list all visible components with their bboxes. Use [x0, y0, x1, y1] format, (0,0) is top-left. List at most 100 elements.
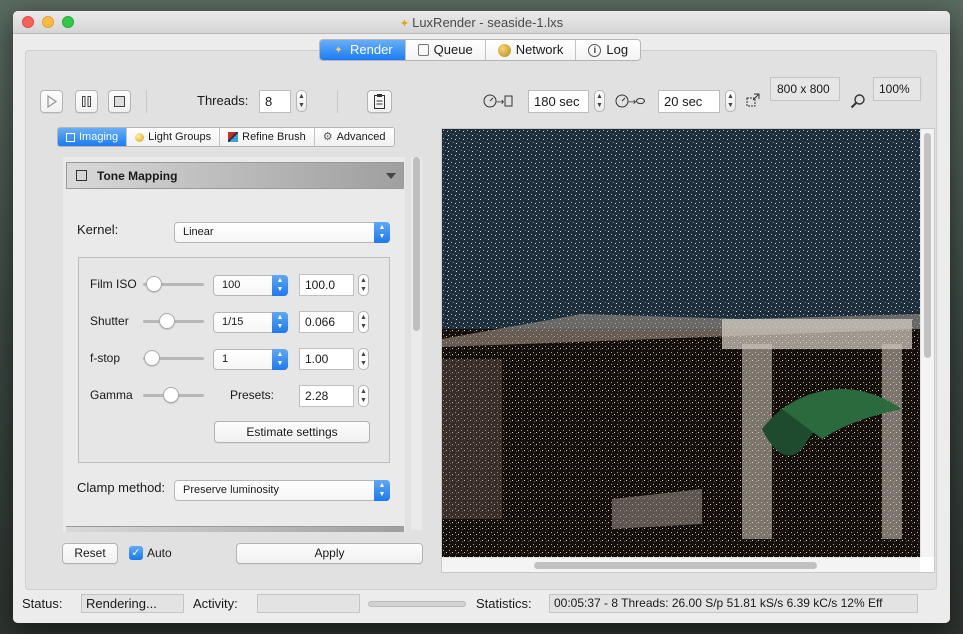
tab-queue[interactable]: Queue	[405, 40, 486, 60]
threads-field[interactable]: 8	[259, 90, 291, 113]
fstop-field[interactable]: 1.00	[299, 348, 354, 370]
pause-render-button[interactable]	[75, 90, 98, 113]
tone-mapping-icon	[76, 170, 87, 181]
select-arrows-icon: ▲ ▼	[272, 312, 288, 333]
main-tab-bar: ✦ Render Queue Network i Log	[319, 39, 642, 61]
next-section-header[interactable]	[66, 526, 404, 532]
light-bulb-icon	[135, 132, 145, 142]
imaging-icon	[66, 132, 75, 142]
brush-icon	[228, 132, 239, 142]
gamma-stepper[interactable]: ▲ ▼	[358, 385, 369, 407]
gear-icon: ⚙	[322, 131, 333, 143]
render-icon: ✦	[334, 44, 343, 56]
collapse-arrow-icon	[386, 173, 396, 179]
tab-network[interactable]: Network	[485, 40, 577, 60]
svg-text:→: →	[628, 97, 636, 108]
film-iso-select[interactable]: 100 ▲ ▼	[213, 275, 288, 296]
activity-label: Activity:	[193, 596, 238, 611]
render-horizontal-scrollbar[interactable]	[442, 557, 920, 572]
pause-icon	[82, 96, 91, 107]
resolution-display: 800 x 800	[770, 77, 840, 101]
shutter-slider-knob[interactable]	[159, 313, 175, 329]
status-value: Rendering...	[81, 594, 184, 613]
fstop-select[interactable]: 1 ▲ ▼	[213, 349, 288, 370]
settings-scrollbar-thumb[interactable]	[413, 157, 420, 331]
reset-button[interactable]: Reset	[62, 543, 118, 564]
clamp-method-label: Clamp method:	[77, 480, 166, 495]
halt-time-field[interactable]: 180 sec	[528, 90, 589, 113]
render-vertical-scrollbar[interactable]	[920, 129, 934, 557]
threads-stepper[interactable]: ▲ ▼	[296, 90, 307, 112]
tab-refine-brush[interactable]: Refine Brush	[220, 128, 315, 146]
clamp-method-select[interactable]: Preserve luminosity ▲ ▼	[174, 480, 390, 501]
statistics-label: Statistics:	[476, 596, 532, 611]
select-arrows-icon: ▲ ▼	[272, 349, 288, 370]
gamma-field[interactable]: 2.28	[299, 385, 354, 407]
shutter-field[interactable]: 0.066	[299, 311, 354, 333]
auto-checkbox[interactable]: ✓	[129, 546, 143, 560]
zoom-icon	[850, 94, 865, 109]
presets-label: Presets:	[230, 388, 275, 402]
halt-time-stepper[interactable]: ▲ ▼	[594, 90, 605, 112]
threads-label: Threads:	[197, 93, 249, 108]
auto-label: Auto	[147, 546, 172, 560]
select-arrows-icon: ▲ ▼	[374, 480, 390, 501]
network-icon	[497, 43, 511, 57]
activity-progress-bar	[368, 601, 466, 607]
luxrender-logo-icon: ✦	[399, 18, 410, 30]
zoom-display: 100%	[873, 77, 921, 101]
film-iso-label: Film ISO	[90, 277, 137, 291]
tone-mapping-header[interactable]: Tone Mapping	[66, 162, 404, 189]
render-image	[442, 129, 920, 557]
resolution-icon	[746, 93, 760, 107]
select-arrows-icon: ▲ ▼	[374, 222, 390, 243]
apply-button[interactable]: Apply	[236, 543, 423, 564]
settings-tab-bar: Imaging Light Groups Refine Brush ⚙ Adva…	[57, 127, 395, 147]
status-label: Status:	[22, 596, 63, 611]
tab-advanced[interactable]: ⚙ Advanced	[314, 128, 394, 146]
stop-icon	[114, 96, 125, 107]
statistics-value: 00:05:37 - 8 Threads: 26.00 S/p 51.81 kS…	[549, 594, 918, 613]
display-interval-icon: →	[615, 94, 645, 108]
start-render-button[interactable]	[40, 90, 63, 113]
title-bar: ✦ LuxRender - seaside-1.lxs	[13, 11, 950, 34]
halt-time-icon: →	[483, 94, 513, 108]
display-interval-stepper[interactable]: ▲ ▼	[725, 90, 736, 112]
shutter-select[interactable]: 1/15 ▲ ▼	[213, 312, 288, 333]
film-iso-stepper[interactable]: ▲ ▼	[358, 274, 369, 296]
tab-light-groups[interactable]: Light Groups	[127, 128, 221, 146]
fstop-stepper[interactable]: ▲ ▼	[358, 348, 369, 370]
kernel-label: Kernel:	[77, 222, 119, 237]
film-iso-slider-knob[interactable]	[146, 276, 162, 292]
estimate-settings-button[interactable]: Estimate settings	[214, 421, 370, 443]
settings-scrollbar[interactable]	[411, 157, 422, 530]
svg-text:→: →	[496, 97, 504, 108]
copy-to-clipboard-button[interactable]	[367, 90, 392, 113]
render-horizontal-scrollbar-thumb[interactable]	[534, 562, 817, 569]
render-view[interactable]	[441, 128, 935, 573]
fstop-slider-knob[interactable]	[144, 350, 160, 366]
clipboard-icon	[374, 94, 385, 109]
stop-render-button[interactable]	[108, 90, 131, 113]
film-iso-field[interactable]: 100.0	[299, 274, 354, 296]
toolbar-divider	[146, 90, 147, 113]
gamma-label: Gamma	[90, 388, 133, 402]
fstop-label: f-stop	[90, 351, 121, 365]
render-vertical-scrollbar-thumb[interactable]	[924, 133, 931, 358]
luxrender-window: ✦ LuxRender - seaside-1.lxs ✦ Render Queu…	[13, 11, 950, 623]
window-title: ✦ LuxRender - seaside-1.lxs	[399, 15, 564, 30]
queue-icon	[417, 44, 429, 56]
shutter-stepper[interactable]: ▲ ▼	[358, 311, 369, 333]
info-icon: i	[588, 43, 602, 57]
tab-imaging[interactable]: Imaging	[58, 128, 128, 146]
play-icon	[47, 94, 58, 109]
shutter-label: Shutter	[90, 314, 129, 328]
kernel-select[interactable]: Linear ▲ ▼	[174, 222, 390, 243]
gamma-slider-knob[interactable]	[163, 387, 179, 403]
display-interval-field[interactable]: 20 sec	[658, 90, 720, 113]
tab-log[interactable]: i Log	[576, 40, 641, 60]
activity-value	[257, 594, 360, 613]
tab-render[interactable]: ✦ Render	[320, 40, 406, 60]
toolbar-divider	[337, 90, 338, 113]
select-arrows-icon: ▲ ▼	[272, 275, 288, 296]
